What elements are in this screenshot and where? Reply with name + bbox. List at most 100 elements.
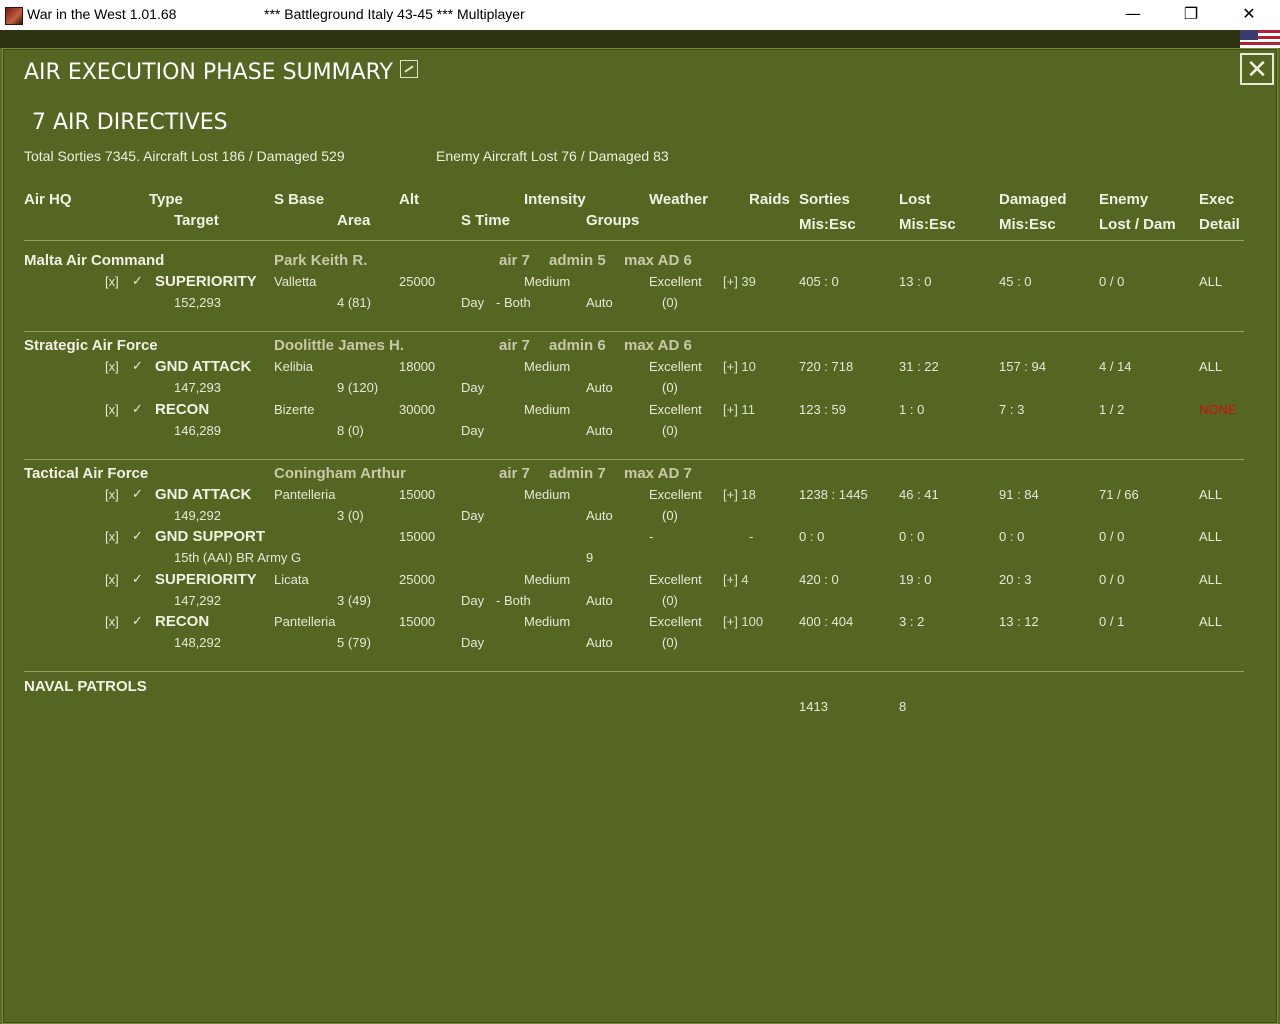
directive-toggle[interactable]: [x] (105, 529, 119, 544)
check-icon[interactable]: ✓ (132, 613, 143, 629)
directive-exec[interactable]: ALL (1199, 614, 1222, 629)
directive-target[interactable]: 147,293 (174, 380, 221, 395)
directive-type[interactable]: GND ATTACK (155, 486, 251, 503)
directive-exec[interactable]: ALL (1199, 274, 1222, 289)
check-icon[interactable]: ✓ (132, 401, 143, 417)
col-enemy[interactable]: Enemy (1099, 191, 1148, 208)
hq-name[interactable]: Strategic Air Force (24, 337, 158, 354)
directive-sorties: 0 : 0 (799, 529, 825, 544)
directive-toggle[interactable]: [x] (105, 572, 119, 587)
col-area[interactable]: Area (337, 212, 370, 229)
hq-max-ad: max AD 6 (624, 337, 692, 354)
hq-name[interactable]: Tactical Air Force (24, 465, 148, 482)
directive-target[interactable]: 148,292 (174, 635, 221, 650)
col-lost-sub: Mis:Esc (899, 216, 956, 233)
directive-exec[interactable]: NONE (1199, 402, 1237, 417)
directive-raids[interactable]: [+] 39 (723, 274, 756, 289)
hq-commander[interactable]: Coningham Arthur (274, 465, 406, 482)
directive-raids[interactable]: [+] 4 (723, 572, 749, 587)
check-icon[interactable]: ✓ (132, 358, 143, 374)
directive-intensity: Medium (524, 572, 571, 587)
directive-lost: 46 : 41 (899, 487, 939, 502)
directive-target[interactable]: 15th (AAI) BR Army G (174, 550, 301, 565)
directive-base[interactable]: Pantelleria (274, 614, 335, 629)
directive-target[interactable]: 152,293 (174, 295, 221, 310)
directive-raids[interactable]: [+] 100 (723, 614, 763, 629)
directive-damaged: 0 : 0 (999, 529, 1025, 544)
directive-raids: - (749, 529, 754, 544)
directive-exec[interactable]: ALL (1199, 359, 1222, 374)
directive-type[interactable]: GND SUPPORT (155, 528, 265, 545)
directive-target[interactable]: 147,292 (174, 593, 221, 608)
col-damaged[interactable]: Damaged (999, 191, 1067, 208)
directive-time: Day (461, 423, 485, 438)
directive-exec[interactable]: ALL (1199, 529, 1222, 544)
directive-exec[interactable]: ALL (1199, 572, 1222, 587)
directive-enemy: 71 / 66 (1099, 487, 1139, 502)
close-dialog-button[interactable]: ✕ (1240, 53, 1274, 85)
col-sorties[interactable]: Sorties (799, 191, 850, 208)
minimize-button[interactable]: — (1104, 0, 1162, 30)
hq-air-rating: air 7 (499, 252, 530, 269)
directive-type[interactable]: RECON (155, 613, 209, 630)
naval-lost: 8 (899, 699, 907, 714)
maximize-button[interactable]: ❐ (1162, 0, 1220, 30)
directive-raids[interactable]: [+] 18 (723, 487, 756, 502)
hq-name[interactable]: Malta Air Command (24, 252, 164, 269)
col-groups[interactable]: Groups (586, 212, 639, 229)
directive-toggle[interactable]: [x] (105, 487, 119, 502)
directive-weather-mod: (0) (662, 380, 678, 395)
summary-enemy: Enemy Aircraft Lost 76 / Damaged 83 (436, 148, 669, 164)
directive-toggle[interactable]: [x] (105, 402, 119, 417)
col-weather[interactable]: Weather (649, 191, 708, 208)
col-s-base[interactable]: S Base (274, 191, 324, 208)
directive-raids[interactable]: [+] 11 (723, 402, 755, 417)
directive-enemy: 1 / 2 (1099, 402, 1125, 417)
directive-exec[interactable]: ALL (1199, 487, 1222, 502)
directive-base[interactable]: Bizerte (274, 402, 314, 417)
close-window-button[interactable]: ✕ (1220, 0, 1278, 30)
directive-weather: Excellent (649, 274, 702, 289)
directive-toggle[interactable]: [x] (105, 614, 119, 629)
directive-base[interactable]: Pantelleria (274, 487, 335, 502)
directive-target[interactable]: 149,292 (174, 508, 221, 523)
directive-toggle[interactable]: [x] (105, 359, 119, 374)
directive-raids[interactable]: [+] 10 (723, 359, 756, 374)
col-raids[interactable]: Raids (749, 191, 790, 208)
check-icon[interactable]: ✓ (132, 273, 143, 289)
hq-commander[interactable]: Park Keith R. (274, 252, 367, 269)
check-icon[interactable]: ✓ (132, 528, 143, 544)
directive-type[interactable]: RECON (155, 401, 209, 418)
naval-patrols-label[interactable]: NAVAL PATROLS (24, 678, 147, 695)
directive-alt: 15000 (399, 614, 436, 629)
directive-target[interactable]: 146,289 (174, 423, 221, 438)
directive-toggle[interactable]: [x] (105, 274, 119, 289)
directive-base[interactable]: Licata (274, 572, 309, 587)
hq-commander[interactable]: Doolittle James H. (274, 337, 404, 354)
directive-type[interactable]: SUPERIORITY (155, 273, 257, 290)
directive-type[interactable]: GND ATTACK (155, 358, 251, 375)
col-type[interactable]: Type (149, 191, 183, 208)
col-lost[interactable]: Lost (899, 191, 931, 208)
col-exec-sub: Detail (1199, 216, 1240, 233)
col-alt[interactable]: Alt (399, 191, 419, 208)
check-icon[interactable]: ✓ (132, 571, 143, 587)
hq-admin-rating: admin 6 (549, 337, 606, 354)
col-air-hq[interactable]: Air HQ (24, 191, 72, 208)
directive-base[interactable]: Valletta (274, 274, 316, 289)
directive-alt: 25000 (399, 274, 436, 289)
col-exec[interactable]: Exec (1199, 191, 1234, 208)
col-target[interactable]: Target (174, 212, 219, 229)
app-title: War in the West 1.01.68 (27, 6, 177, 22)
directive-time: Day (461, 380, 485, 395)
check-icon[interactable]: ✓ (132, 486, 143, 502)
col-intensity[interactable]: Intensity (524, 191, 586, 208)
directive-base[interactable]: Kelibia (274, 359, 313, 374)
edit-notes-icon[interactable] (400, 60, 418, 78)
directive-type[interactable]: SUPERIORITY (155, 571, 257, 588)
directive-groups: Auto (586, 423, 613, 438)
col-s-time[interactable]: S Time (461, 212, 510, 229)
directive-time: Day (461, 593, 485, 608)
col-sorties-sub: Mis:Esc (799, 216, 856, 233)
directive-lost: 1 : 0 (899, 402, 925, 417)
